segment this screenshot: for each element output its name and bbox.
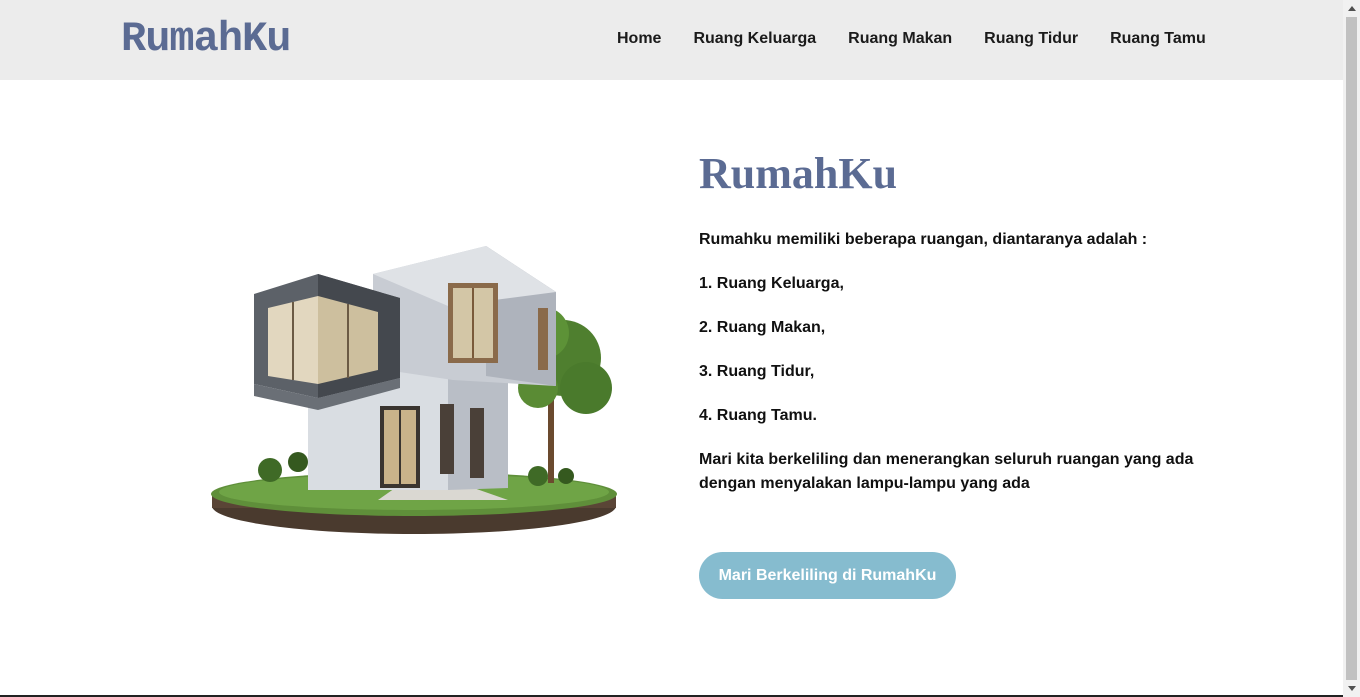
main-nav: Home Ruang Keluarga Ruang Makan Ruang Ti… — [617, 29, 1206, 49]
site-header: RumahKu Home Ruang Keluarga Ruang Makan … — [0, 0, 1343, 80]
scroll-up-arrow-icon[interactable] — [1343, 0, 1360, 17]
hero-closing-text: Mari kita berkeliling dan menerangkan se… — [699, 451, 1194, 492]
site-logo[interactable]: RumahKu — [121, 14, 291, 64]
hero-content: RumahKu Rumahku memiliki beberapa ruanga… — [699, 146, 1219, 496]
hero-title: RumahKu — [699, 149, 898, 198]
vertical-scrollbar[interactable] — [1343, 0, 1360, 697]
room-list-item: 2. Ruang Makan, — [699, 319, 826, 336]
room-list-item: 3. Ruang Tidur, — [699, 363, 815, 380]
nav-link-home[interactable]: Home — [617, 29, 661, 49]
nav-link-ruang-makan[interactable]: Ruang Makan — [848, 29, 952, 49]
room-list-item: 1. Ruang Keluarga, — [699, 275, 844, 292]
scroll-down-arrow-icon[interactable] — [1343, 680, 1360, 697]
hero-intro: Rumahku memiliki beberapa ruangan, diant… — [699, 231, 1148, 248]
explore-house-button[interactable]: Mari Berkeliling di RumahKu — [699, 552, 956, 599]
nav-link-ruang-tamu[interactable]: Ruang Tamu — [1110, 29, 1206, 49]
scrollbar-thumb[interactable] — [1346, 17, 1357, 680]
house-illustration — [208, 238, 620, 538]
nav-link-ruang-keluarga[interactable]: Ruang Keluarga — [693, 29, 816, 49]
room-list-item: 4. Ruang Tamu. — [699, 407, 817, 424]
nav-link-ruang-tidur[interactable]: Ruang Tidur — [984, 29, 1078, 49]
